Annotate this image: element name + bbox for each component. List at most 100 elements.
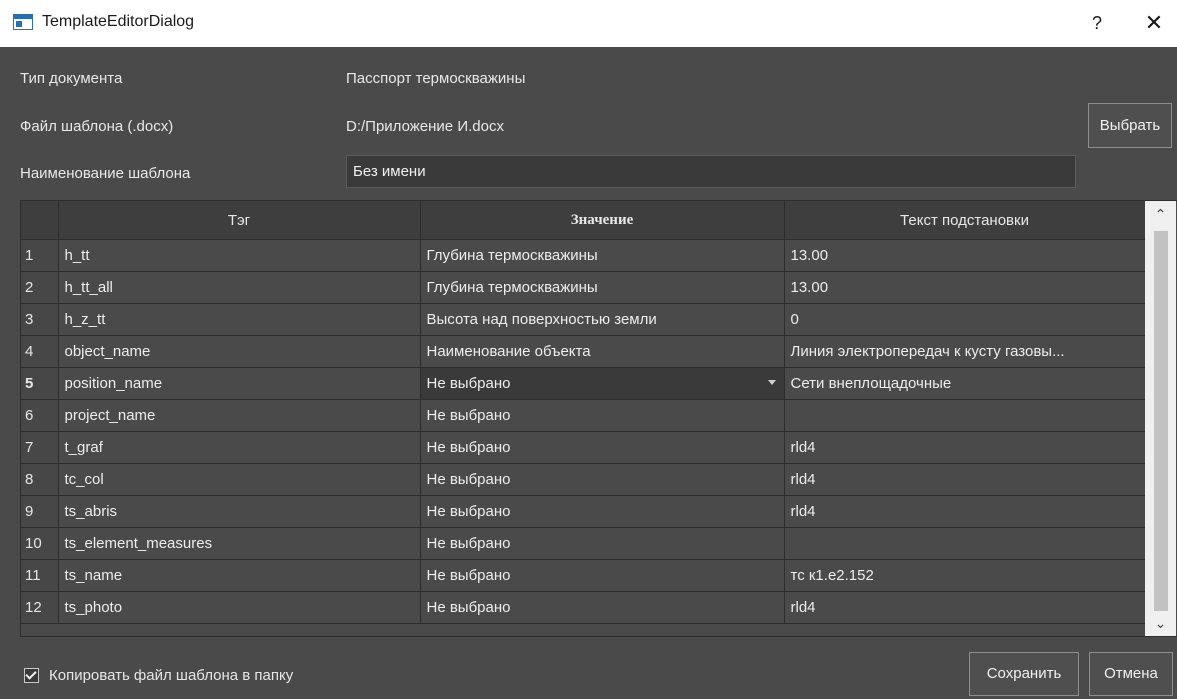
copy-template-checkbox[interactable]	[24, 668, 39, 683]
table-row[interactable]: 12 ts_photo Не выбрано rld4	[21, 591, 1146, 624]
cell-substitution-text[interactable]	[784, 527, 1146, 560]
cell-substitution-text-text: 13.00	[790, 279, 829, 296]
cell-value[interactable]: Глубина термоскважины	[420, 271, 785, 304]
cell-substitution-text-text: rld4	[790, 439, 816, 456]
table-row[interactable]: 7 t_graf Не выбрано rld4	[21, 431, 1146, 464]
template-name-input[interactable]	[346, 155, 1076, 188]
cell-tag[interactable]: project_name	[58, 399, 421, 432]
cell-tag[interactable]: h_tt	[58, 239, 421, 272]
chevron-down-icon[interactable]	[767, 380, 776, 385]
cell-tag[interactable]: ts_photo	[58, 591, 421, 624]
cell-tag[interactable]: h_z_tt	[58, 303, 421, 336]
cell-tag-text: h_z_tt	[64, 311, 106, 328]
row-number-text: 8	[25, 471, 34, 488]
cell-tag[interactable]: ts_abris	[58, 495, 421, 528]
cell-tag[interactable]: tc_col	[58, 463, 421, 496]
value-combobox[interactable]: Не выбрано	[420, 367, 785, 400]
choose-file-button[interactable]: Выбрать	[1088, 103, 1172, 148]
cell-tag[interactable]: ts_element_measures	[58, 527, 421, 560]
table-row[interactable]: 1 h_tt Глубина термоскважины 13.00	[21, 239, 1146, 272]
row-number-text: 12	[25, 599, 42, 616]
cell-value[interactable]: Не выбрано	[420, 431, 785, 464]
table-row[interactable]: 10 ts_element_measures Не выбрано	[21, 527, 1146, 560]
cell-substitution-text[interactable]: 13.00	[784, 239, 1146, 272]
cell-substitution-text[interactable]: тс к1.е2.152	[784, 559, 1146, 592]
cell-value[interactable]: Не выбрано	[420, 591, 785, 624]
cell-value-text: Высота над поверхностью земли	[426, 311, 657, 328]
table-row[interactable]: 8 tc_col Не выбрано rld4	[21, 463, 1146, 496]
cell-value[interactable]: Не выбрано	[420, 463, 785, 496]
doc-type-label: Тип документа	[20, 70, 123, 87]
value-combobox-text: Не выбрано	[426, 375, 511, 392]
row-number[interactable]: 1	[21, 239, 59, 272]
cell-tag[interactable]: h_tt_all	[58, 271, 421, 304]
cell-substitution-text[interactable]: 0	[784, 303, 1146, 336]
scroll-down-icon[interactable]: ⌄	[1145, 610, 1176, 636]
cell-substitution-text-text: тс к1.е2.152	[790, 567, 874, 584]
row-number-text: 11	[25, 567, 41, 584]
row-number[interactable]: 5	[21, 367, 59, 400]
cell-value[interactable]: Не выбрано	[420, 495, 785, 528]
template-name-label: Наименование шаблона	[20, 165, 191, 182]
cell-value[interactable]: Наименование объекта	[420, 335, 785, 368]
cell-value[interactable]: Высота над поверхностью земли	[420, 303, 785, 336]
row-number[interactable]: 12	[21, 591, 59, 624]
cell-value[interactable]: Не выбрано	[420, 399, 785, 432]
cell-substitution-text[interactable]: rld4	[784, 463, 1146, 496]
cell-tag-text: t_graf	[64, 439, 103, 456]
cell-value-text: Наименование объекта	[426, 343, 591, 360]
cancel-button[interactable]: Отмена	[1089, 652, 1173, 696]
row-number-text: 2	[25, 279, 34, 296]
help-button[interactable]: ?	[1083, 9, 1111, 37]
cell-substitution-text[interactable]: rld4	[784, 431, 1146, 464]
table-row[interactable]: 2 h_tt_all Глубина термоскважины 13.00	[21, 271, 1146, 304]
cell-substitution-text-text: 0	[790, 311, 799, 328]
cell-tag[interactable]: object_name	[58, 335, 421, 368]
cell-value[interactable]: Не выбрано	[420, 559, 785, 592]
cell-tag-text: ts_name	[64, 567, 123, 584]
column-header-tag[interactable]: Тэг	[58, 201, 421, 240]
cell-tag[interactable]: position_name	[58, 367, 421, 400]
cell-substitution-text[interactable]: Сети внеплощадочные	[784, 367, 1146, 400]
save-button[interactable]: Сохранить	[969, 652, 1079, 696]
table-row[interactable]: 5 position_name Не выбрано Сети внеплощадоч…	[21, 367, 1146, 400]
table-row[interactable]: 11 ts_name Не выбрано тс к1.е2.152	[21, 559, 1146, 592]
row-number[interactable]: 8	[21, 463, 59, 496]
table-row[interactable]: 9 ts_abris Не выбрано rld4	[21, 495, 1146, 528]
cell-substitution-text[interactable]: Линия электропередач к кусту газовы...	[784, 335, 1146, 368]
row-number[interactable]: 9	[21, 495, 59, 528]
cell-substitution-text[interactable]	[784, 399, 1146, 432]
cell-tag[interactable]: t_graf	[58, 431, 421, 464]
cell-tag-text: ts_element_measures	[64, 535, 213, 552]
cell-substitution-text[interactable]: rld4	[784, 495, 1146, 528]
close-button[interactable]: ✕	[1140, 9, 1168, 37]
cell-value-text: Глубина термоскважины	[426, 247, 598, 264]
cell-value-text: Не выбрано	[426, 535, 511, 552]
row-number[interactable]: 3	[21, 303, 59, 336]
doc-type-value: Пасспорт термоскважины	[346, 70, 526, 87]
cell-substitution-text[interactable]: 13.00	[784, 271, 1146, 304]
copy-template-checkbox-row[interactable]: Копировать файл шаблона в папку	[24, 667, 293, 684]
cell-substitution-text[interactable]: rld4	[784, 591, 1146, 624]
cell-value[interactable]: Глубина термоскважины	[420, 239, 785, 272]
cell-value[interactable]: Не выбрано	[420, 527, 785, 560]
cell-tag-text: ts_abris	[64, 503, 118, 520]
cell-tag-text: h_tt_all	[64, 279, 113, 296]
cell-tag[interactable]: ts_name	[58, 559, 421, 592]
app-window-icon	[13, 14, 33, 30]
row-number[interactable]: 11	[21, 559, 59, 592]
table-row[interactable]: 6 project_name Не выбрано	[21, 399, 1146, 432]
column-header-substitution-text[interactable]: Текст подстановки	[784, 201, 1146, 240]
row-number[interactable]: 6	[21, 399, 59, 432]
row-number[interactable]: 4	[21, 335, 59, 368]
row-number[interactable]: 7	[21, 431, 59, 464]
table-row[interactable]: 3 h_z_tt Высота над поверхностью земли 0	[21, 303, 1146, 336]
row-number[interactable]: 10	[21, 527, 59, 560]
vertical-scrollbar[interactable]: ⌃ ⌄	[1145, 201, 1176, 636]
table-row[interactable]: 4 object_name Наименование объекта Линия эл…	[21, 335, 1146, 368]
column-header-value[interactable]: Значение	[420, 201, 785, 240]
scrollbar-thumb[interactable]	[1154, 231, 1168, 611]
row-number[interactable]: 2	[21, 271, 59, 304]
scroll-up-icon[interactable]: ⌃	[1145, 201, 1176, 227]
window-title: TemplateEditorDialog	[42, 13, 195, 30]
